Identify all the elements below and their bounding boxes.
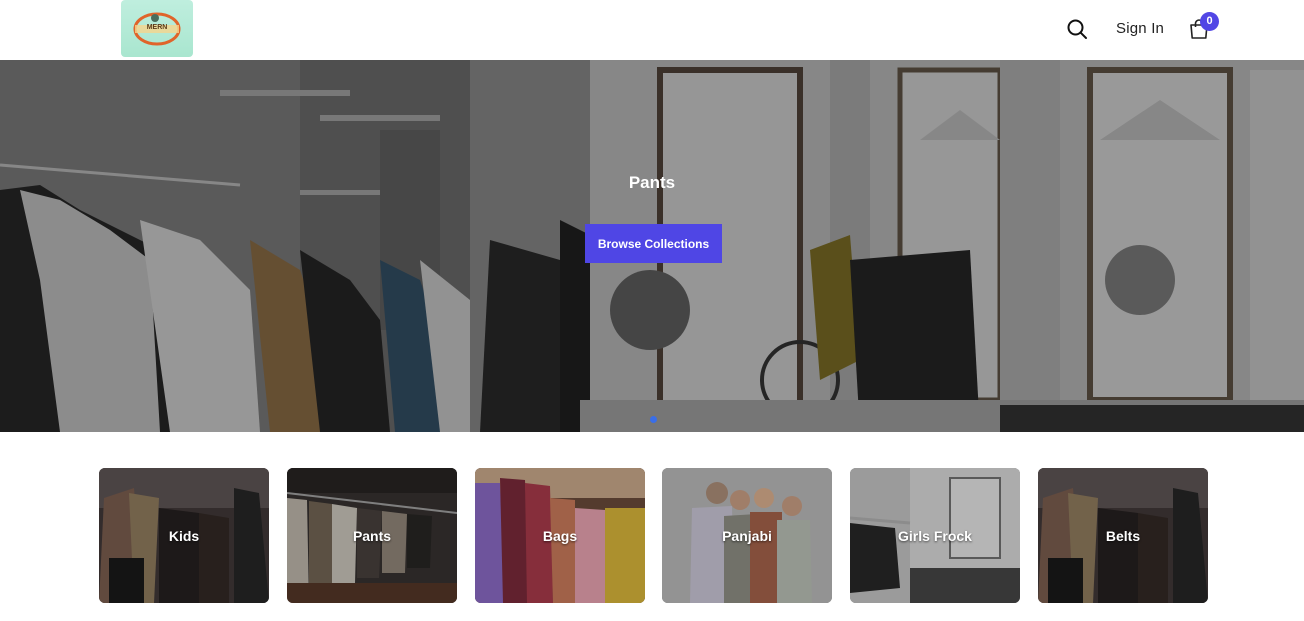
logo-text: MERN bbox=[146, 24, 168, 31]
category-card-kids[interactable]: Kids bbox=[99, 468, 269, 603]
category-card-panjabi[interactable]: Panjabi bbox=[662, 468, 832, 603]
slide-indicator-dot[interactable] bbox=[650, 416, 657, 423]
site-header: MERN Sign In 0 bbox=[0, 0, 1304, 60]
category-label: Girls Frock bbox=[898, 527, 972, 544]
browse-collections-button[interactable]: Browse Collections bbox=[585, 224, 722, 263]
category-card-pants[interactable]: Pants bbox=[287, 468, 457, 603]
category-label: Kids bbox=[168, 527, 200, 544]
hero-title: Pants bbox=[628, 173, 676, 192]
category-card-bags[interactable]: Bags bbox=[475, 468, 645, 603]
category-label: Belts bbox=[1105, 527, 1141, 544]
category-list: Kids Pants Bags Panjabi Girls Frock Belt… bbox=[99, 468, 1209, 603]
category-label: Panjabi bbox=[722, 527, 772, 544]
cart-count-badge: 0 bbox=[1200, 12, 1219, 31]
category-label: Pants bbox=[352, 527, 392, 544]
hero-slider: Pants Browse Collections bbox=[0, 60, 1304, 432]
category-card-belts[interactable]: Belts bbox=[1038, 468, 1208, 603]
category-card-girls-frock[interactable]: Girls Frock bbox=[850, 468, 1020, 603]
search-icon[interactable] bbox=[1066, 18, 1088, 40]
logo[interactable]: MERN bbox=[121, 0, 193, 57]
category-label: Bags bbox=[542, 527, 578, 544]
sign-in-link[interactable]: Sign In bbox=[1116, 20, 1164, 37]
